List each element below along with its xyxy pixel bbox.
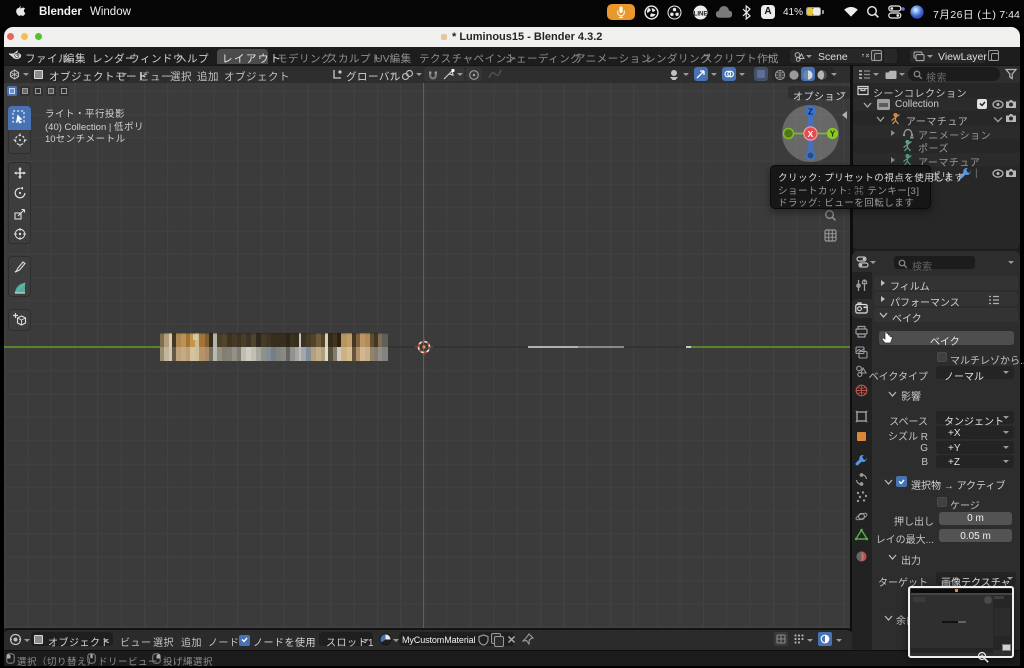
svg-text:X: X	[808, 129, 814, 139]
svg-text:LINE: LINE	[694, 11, 708, 17]
svg-text:Z: Z	[808, 107, 813, 116]
svg-text:Y: Y	[830, 130, 836, 139]
